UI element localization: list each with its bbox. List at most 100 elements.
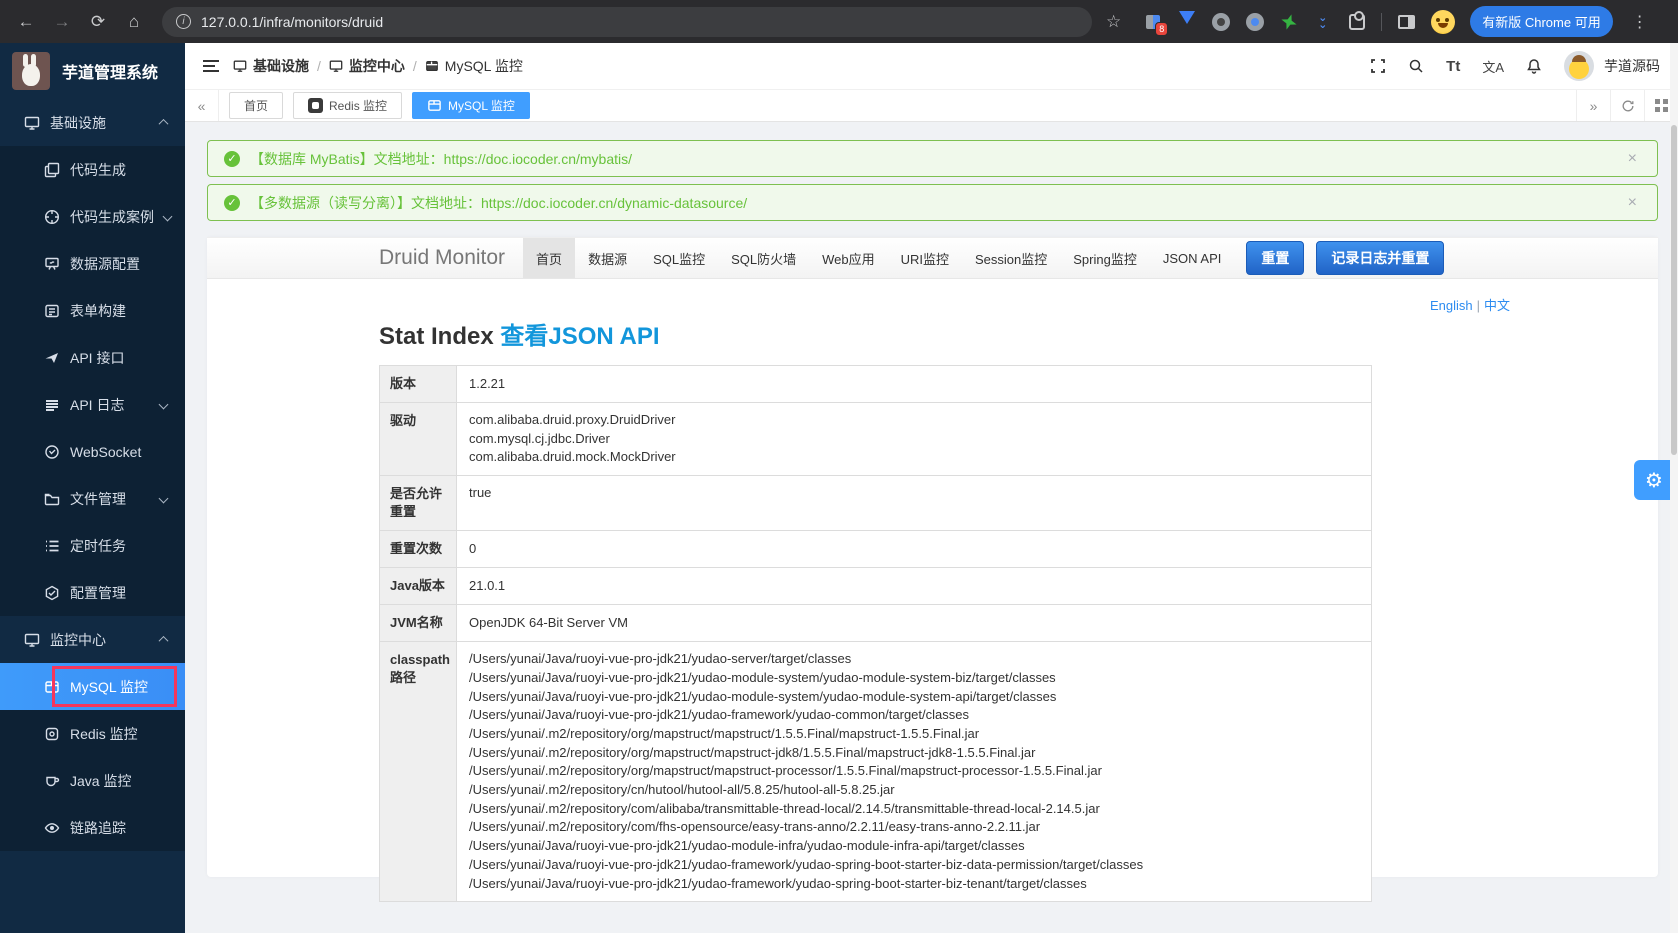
breadcrumb-mysql-monitor[interactable]: MySQL 监控 (425, 56, 523, 76)
sidebar-item-scheduled-jobs[interactable]: 定时任务 (0, 522, 185, 569)
sidebar-item-monitor-center[interactable]: 监控中心 (0, 616, 185, 663)
extension-gray-icon[interactable] (1211, 12, 1230, 31)
druid-tab-index[interactable]: 首页 (523, 238, 575, 278)
druid-tab-webapp[interactable]: Web应用 (809, 238, 888, 278)
notification-bell-icon[interactable] (1526, 58, 1542, 74)
profile-avatar[interactable] (1431, 10, 1455, 34)
chevron-down-icon (159, 400, 169, 410)
extension-blocks-icon[interactable]: 8 (1143, 12, 1162, 31)
success-check-icon: ✓ (224, 151, 240, 167)
view-json-api-link[interactable]: 查看JSON API (500, 323, 659, 350)
side-panel-icon[interactable] (1397, 12, 1416, 31)
refresh-icon[interactable]: ⟳ (84, 8, 112, 36)
sidebar-item-redis-monitor[interactable]: Redis 监控 (0, 710, 185, 757)
sidebar-item-api[interactable]: API 接口 (0, 334, 185, 381)
druid-tab-wall[interactable]: SQL防火墙 (718, 238, 809, 278)
settings-drawer-button[interactable]: ⚙ (1634, 460, 1674, 500)
table-row: JVM名称 OpenJDK 64-Bit Server VM (380, 605, 1372, 642)
sidebar-item-codegen[interactable]: 代码生成 (0, 146, 185, 193)
extension-badge: 8 (1155, 22, 1168, 36)
page-scrollbar[interactable] (1670, 43, 1678, 933)
sidebar-item-infrastructure[interactable]: 基础设施 (0, 99, 185, 146)
stat-index-title: Stat Index 查看JSON API (379, 316, 1658, 351)
url-text[interactable]: 127.0.0.1/infra/monitors/druid (201, 14, 383, 30)
back-icon[interactable]: ← (12, 8, 40, 36)
browser-menu-icon[interactable]: ⋮ (1628, 12, 1652, 32)
druid-tab-session[interactable]: Session监控 (962, 238, 1060, 278)
table-row: 是否允许重置 true (380, 476, 1372, 531)
tab-redis-monitor[interactable]: Redis 监控 (293, 92, 402, 119)
sidebar-item-datasource-config[interactable]: 数据源配置 (0, 240, 185, 287)
druid-tab-json-api[interactable]: JSON API (1150, 238, 1235, 278)
chevron-up-icon (159, 119, 169, 129)
tabs-scroll-left-icon[interactable]: « (185, 90, 219, 121)
scrollbar-thumb[interactable] (1671, 125, 1677, 455)
tabs-refresh-icon[interactable] (1610, 90, 1644, 121)
address-bar[interactable]: i 127.0.0.1/infra/monitors/druid (162, 7, 1092, 37)
tabs-scroll-right-icon[interactable]: » (1576, 90, 1610, 121)
bookmark-star-icon[interactable]: ☆ (1106, 12, 1121, 32)
table-row: 重置次数 0 (380, 531, 1372, 568)
mysql-monitor-icon (425, 59, 439, 73)
translate-icon[interactable]: 文A (1482, 57, 1504, 76)
tab-mysql-monitor[interactable]: MySQL 监控 (412, 92, 530, 119)
success-check-icon: ✓ (224, 195, 240, 211)
fullscreen-icon[interactable] (1370, 58, 1386, 74)
reset-button[interactable]: 重置 (1246, 241, 1304, 275)
chevron-up-icon (159, 636, 169, 646)
forward-icon[interactable]: → (48, 8, 76, 36)
sidebar-item-codegen-demo[interactable]: 代码生成案例 (0, 193, 185, 240)
extensions-puzzle-icon[interactable] (1347, 12, 1366, 31)
sidebar-item-config-manager[interactable]: 配置管理 (0, 569, 185, 616)
redis-monitor-icon (44, 726, 60, 742)
page-tabbar: « 首页 Redis 监控 MySQL 监控 » (185, 89, 1678, 122)
sidebar: 芋道管理系统 基础设施 代码生成 代码生成案例 数据源配置 (0, 43, 185, 933)
java-cup-icon (44, 773, 60, 789)
user-avatar[interactable] (1564, 51, 1594, 81)
sidebar-item-file-manager[interactable]: 文件管理 (0, 475, 185, 522)
search-icon[interactable] (1408, 58, 1424, 74)
table-row: 版本 1.2.21 (380, 366, 1372, 403)
druid-tab-datasource[interactable]: 数据源 (575, 238, 640, 278)
breadcrumb-infrastructure[interactable]: 基础设施 (233, 56, 309, 76)
sidebar-item-java-monitor[interactable]: Java 监控 (0, 757, 185, 804)
extension-kite-icon[interactable] (1177, 12, 1196, 31)
tab-home[interactable]: 首页 (229, 92, 283, 119)
chrome-update-button[interactable]: 有新版 Chrome 可用 (1470, 6, 1612, 37)
page-header: 基础设施 / 监控中心 / MySQL 监控 (185, 43, 1678, 89)
druid-tab-sql[interactable]: SQL监控 (640, 238, 718, 278)
app-logo-row[interactable]: 芋道管理系统 (0, 43, 185, 99)
breadcrumb-monitor-center[interactable]: 监控中心 (329, 56, 405, 76)
hamburger-icon[interactable] (203, 60, 219, 72)
druid-tab-uri[interactable]: URI监控 (888, 238, 962, 278)
board-icon (44, 256, 60, 272)
chevron-down-icon (159, 494, 169, 504)
druid-panel: Druid Monitor 首页 数据源 SQL监控 SQL防火墙 Web应用 … (207, 237, 1658, 877)
extension-star-icon[interactable] (1279, 12, 1298, 31)
sidebar-item-mysql-monitor[interactable]: MySQL 监控 (0, 663, 185, 710)
redis-tab-icon (308, 98, 323, 113)
font-size-icon[interactable]: Tt (1446, 58, 1460, 75)
site-info-icon[interactable]: i (176, 14, 191, 29)
extensions-area: 8 ⌄⌄ 有新版 Chrome 可用 ⋮ (1143, 6, 1651, 37)
sidebar-item-api-log[interactable]: API 日志 (0, 381, 185, 428)
lang-english-link[interactable]: English (1430, 298, 1473, 313)
log-and-reset-button[interactable]: 记录日志并重置 (1316, 241, 1444, 275)
home-icon[interactable]: ⌂ (120, 8, 148, 36)
language-switch: English|中文 (207, 279, 1658, 314)
sidebar-item-form-builder[interactable]: 表单构建 (0, 287, 185, 334)
close-icon[interactable]: × (1624, 150, 1641, 168)
extension-chevrons-icon[interactable]: ⌄⌄ (1313, 12, 1332, 31)
monitor-icon (329, 59, 343, 73)
druid-tab-spring[interactable]: Spring监控 (1060, 238, 1150, 278)
close-icon[interactable]: × (1624, 194, 1641, 212)
lang-chinese-link[interactable]: 中文 (1484, 298, 1510, 313)
sidebar-item-tracing[interactable]: 链路追踪 (0, 804, 185, 851)
log-bars-icon (44, 397, 60, 413)
username[interactable]: 芋道源码 (1604, 56, 1660, 76)
monitor-icon (24, 115, 40, 131)
druid-brand[interactable]: Druid Monitor (379, 246, 523, 270)
sidebar-item-websocket[interactable]: WebSocket (0, 428, 185, 475)
extension-circle-icon[interactable] (1245, 12, 1264, 31)
folder-icon (44, 491, 60, 507)
